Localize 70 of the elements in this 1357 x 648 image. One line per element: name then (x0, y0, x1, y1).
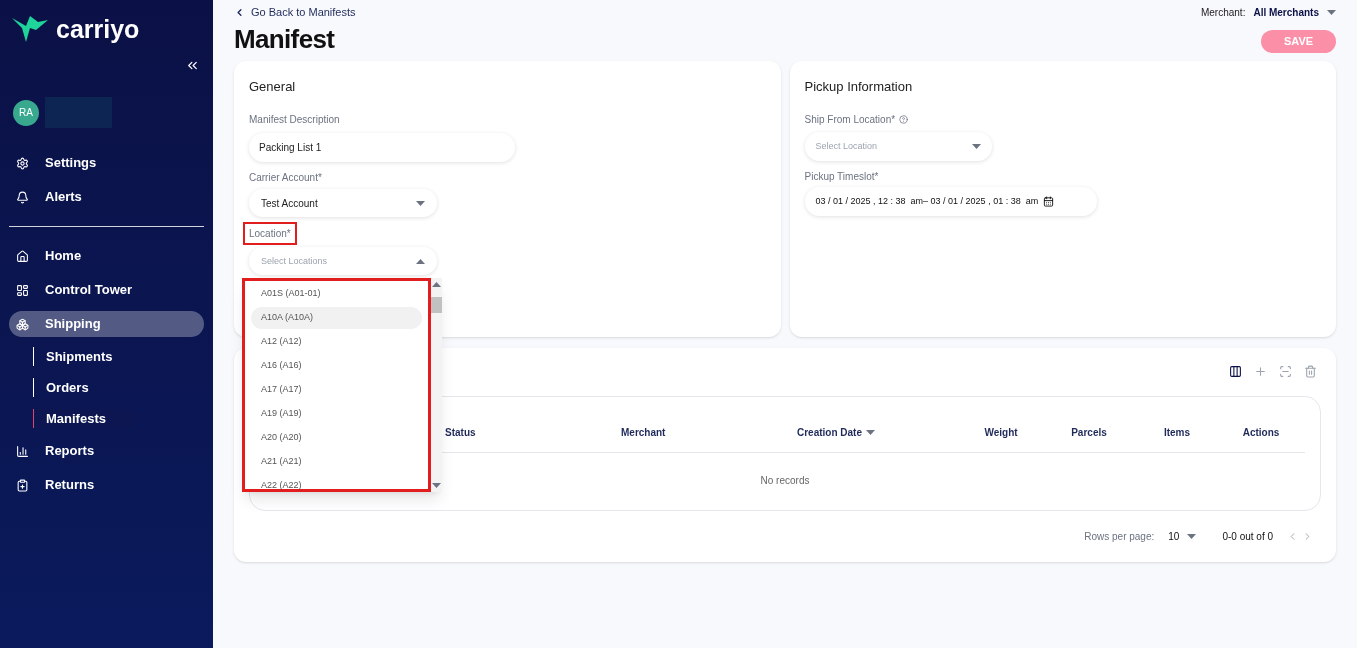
dashboard-icon (16, 283, 29, 297)
back-link[interactable]: Go Back to Manifests (234, 4, 356, 21)
dropdown-option[interactable]: A17 (A17) (251, 379, 422, 401)
empty-message: No records (760, 473, 810, 488)
section-title: General (249, 77, 297, 96)
page-range: 0-0 out of 0 (1222, 529, 1273, 544)
sidebar-subitem[interactable]: Manifests (33, 409, 136, 428)
rows-per-page-select[interactable]: 10 (1168, 528, 1197, 544)
rows-per-page-label: Rows per page: (1084, 529, 1155, 544)
caret-icon (866, 429, 875, 435)
dropdown-option[interactable]: A01S (A01-01) (251, 283, 422, 305)
dropdown-option[interactable]: A10A (A10A) (251, 307, 422, 329)
add-icon[interactable] (1254, 365, 1267, 378)
caret-icon (432, 282, 441, 287)
scrollbar-thumb[interactable] (431, 297, 442, 313)
column-header[interactable]: Merchant (621, 424, 797, 440)
description-field[interactable]: Packing List 1 (249, 133, 515, 162)
caret-icon (971, 144, 981, 149)
help-icon[interactable] (899, 115, 909, 124)
scan-icon[interactable] (1279, 365, 1292, 378)
location-select[interactable]: Select Locations (249, 247, 437, 275)
merchant-select[interactable]: All Merchants (1253, 5, 1336, 20)
sidebar-subitem[interactable]: Orders (33, 378, 136, 397)
field-label: Ship From Location* (804, 113, 896, 127)
caret-icon (1327, 10, 1336, 15)
clipboard-icon (16, 478, 29, 492)
caret-icon (416, 259, 425, 264)
dropdown-option[interactable]: A16 (A16) (251, 355, 422, 377)
carrier-select[interactable]: Test Account (249, 189, 437, 217)
bar-chart-icon (16, 444, 29, 458)
calendar-icon[interactable] (1043, 196, 1055, 207)
dropdown-option[interactable]: A12 (A12) (251, 331, 422, 353)
field-label: Manifest Description (249, 113, 341, 127)
sidebar-item[interactable]: Home (9, 243, 204, 269)
field-label: Carrier Account* (249, 171, 323, 185)
dropdown-option[interactable]: A21 (A21) (251, 451, 422, 473)
field-label: Location* (243, 222, 297, 245)
sidebar-item[interactable]: Alerts (9, 184, 204, 210)
column-header[interactable]: Creation Date (797, 424, 957, 440)
bell-icon (16, 190, 29, 204)
column-header[interactable]: Actions (1221, 424, 1301, 440)
delete-icon[interactable] (1304, 365, 1317, 378)
caret-icon (416, 200, 425, 206)
columns-icon[interactable] (1229, 365, 1242, 378)
sidebar-item[interactable]: Control Tower (9, 277, 204, 303)
dropdown-option[interactable]: A22 (A22) (251, 475, 422, 497)
column-header[interactable]: Status (445, 424, 621, 440)
scrollbar[interactable] (431, 278, 442, 492)
dropdown-option[interactable]: A19 (A19) (251, 403, 422, 425)
column-header[interactable]: Items (1133, 424, 1221, 440)
settings-icon (16, 156, 29, 170)
dropdown-option[interactable]: A20 (A20) (251, 427, 422, 449)
sidebar-item[interactable]: Settings (9, 150, 204, 176)
boxes-icon (16, 317, 29, 331)
caret-icon (1187, 533, 1197, 539)
logo-text: carriyo (56, 16, 140, 42)
column-header[interactable]: Weight (957, 424, 1045, 440)
caret-icon (432, 483, 441, 488)
field-label: Pickup Timeslot* (804, 170, 880, 184)
sidebar-item[interactable]: Reports (9, 438, 204, 464)
home-icon (16, 249, 29, 263)
sidebar-subitem[interactable]: Shipments (33, 347, 136, 366)
page-title: Manifest (234, 22, 336, 56)
column-header[interactable]: Parcels (1045, 424, 1133, 440)
merchant-label: Merchant: (1200, 6, 1246, 20)
timeslot-field[interactable]: 03 / 01 / 2025 , 12 : 38 am– 03 / 01 / 2025 , 01 : 38 am (804, 187, 1097, 216)
sidebar-item[interactable]: Returns (9, 472, 204, 498)
sidebar-item[interactable]: Shipping (9, 311, 204, 337)
section-title: Pickup Information (804, 77, 914, 96)
logo-icon (12, 16, 48, 42)
